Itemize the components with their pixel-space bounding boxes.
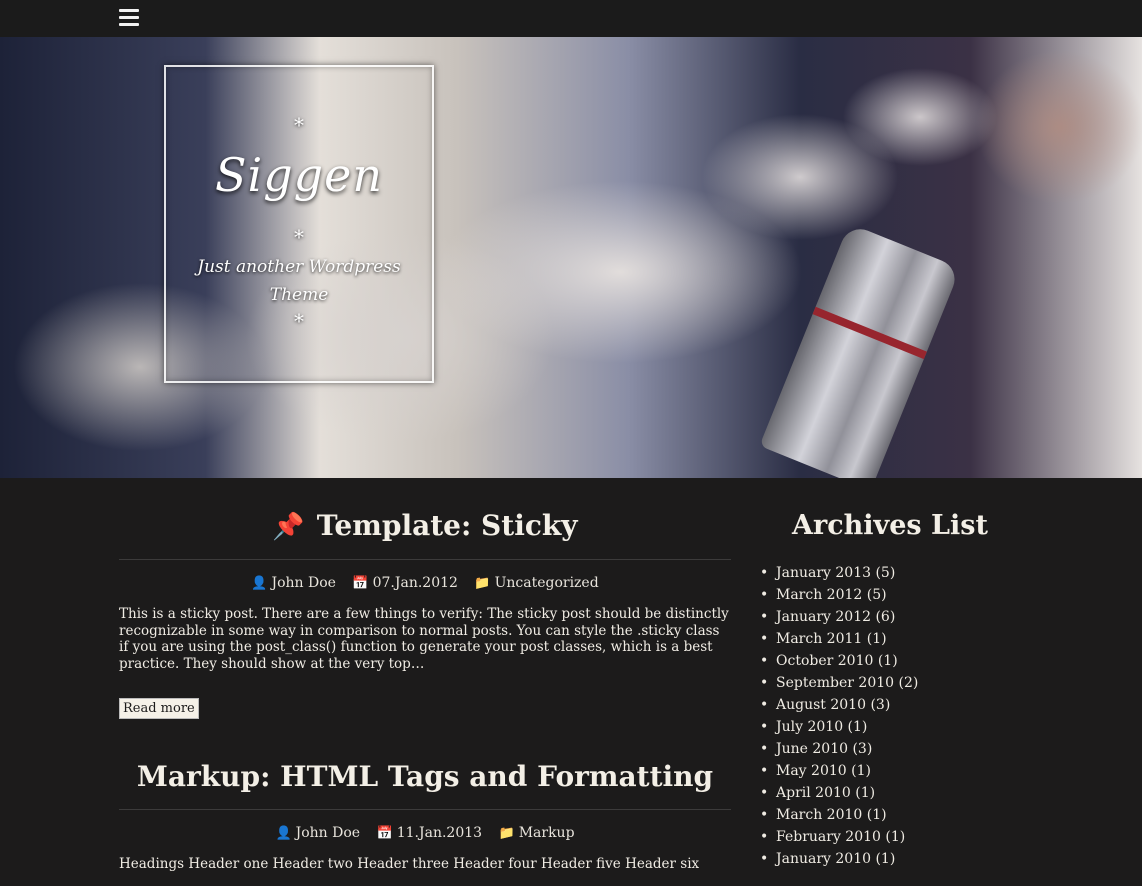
archive-link[interactable]: July 2010 (1) — [760, 716, 1020, 738]
post-date-text: 11.Jan.2013 — [396, 824, 483, 841]
post-title[interactable]: Markup: HTML Tags and Formatting — [119, 759, 731, 810]
post-author[interactable]: 👤 John Doe — [275, 825, 360, 841]
user-icon: 👤 — [251, 576, 268, 591]
post-meta: 👤 John Doe 📅 07.Jan.2012 📁 Uncategorized — [119, 574, 731, 593]
archive-link[interactable]: January 2010 (1) — [760, 848, 1020, 870]
archive-link[interactable]: October 2010 (1) — [760, 650, 1020, 672]
post-author-name: John Doe — [271, 575, 336, 591]
post-category[interactable]: 📁 Uncategorized — [474, 575, 598, 591]
archives-title: Archives List — [792, 510, 988, 541]
main-content: 📌 Template: Sticky 👤 John Doe 📅 07.Jan.2012… — [119, 478, 731, 886]
site-title[interactable]: Siggen — [166, 145, 432, 205]
top-bar — [0, 0, 1142, 38]
archive-link[interactable]: March 2011 (1) — [760, 628, 1020, 650]
post-excerpt: This is a sticky post. There are a few t… — [119, 606, 729, 672]
hero-image-device — [759, 223, 961, 478]
archive-link[interactable]: March 2012 (5) — [760, 584, 1020, 606]
calendar-icon: 📅 — [376, 825, 393, 841]
archive-link[interactable]: June 2010 (3) — [760, 738, 1020, 760]
post-category-name: Markup — [518, 824, 575, 841]
post-title-wrapper: 📌 Template: Sticky — [119, 508, 731, 560]
archive-link[interactable]: February 2010 (1) — [760, 826, 1020, 848]
post-excerpt: Headings Header one Header two Header th… — [119, 855, 700, 872]
post-sticky: 📌 Template: Sticky 👤 John Doe 📅 07.Jan.2012… — [119, 478, 731, 719]
read-more-button[interactable]: Read more — [119, 697, 199, 719]
hero-banner: * Siggen * Just another Wordpress Theme … — [0, 37, 1142, 478]
user-icon: 👤 — [275, 825, 292, 841]
archive-link[interactable]: March 2010 (1) — [760, 804, 1020, 826]
archive-link[interactable]: May 2010 (1) — [760, 760, 1020, 782]
thumbtack-icon: 📌 — [272, 512, 305, 542]
site-description: Just another Wordpress Theme — [197, 257, 401, 305]
post-date: 📅 07.Jan.2012 — [352, 575, 458, 591]
decor-star: * — [294, 225, 304, 249]
post-author-name: John Doe — [295, 824, 361, 841]
archive-link[interactable]: August 2010 (3) — [760, 694, 1020, 716]
archive-link[interactable]: April 2010 (1) — [760, 782, 1020, 804]
folder-icon: 📁 — [474, 576, 491, 591]
folder-icon: 📁 — [498, 825, 515, 841]
post-markup: Markup: HTML Tags and Formatting 👤 John D… — [119, 719, 731, 873]
sidebar: Archives List January 2013 (5) March 201… — [760, 478, 1020, 870]
calendar-icon: 📅 — [352, 576, 369, 591]
post-category-name: Uncategorized — [494, 575, 599, 591]
archive-link[interactable]: January 2013 (5) — [760, 562, 1020, 584]
post-date-text: 07.Jan.2012 — [372, 575, 458, 591]
archives-list: January 2013 (5) March 2012 (5) January … — [760, 562, 1020, 870]
post-meta: 👤 John Doe 📅 11.Jan.2013 📁 Markup — [119, 824, 731, 843]
post-date: 📅 11.Jan.2013 — [377, 825, 483, 841]
archive-link[interactable]: January 2012 (6) — [760, 606, 1020, 628]
post-author[interactable]: 👤 John Doe — [251, 575, 336, 591]
post-title[interactable]: Template: Sticky — [317, 509, 578, 542]
site-branding[interactable]: * Siggen * Just another Wordpress Theme … — [164, 65, 434, 383]
decor-star: * — [294, 113, 304, 137]
decor-star: * — [294, 309, 304, 333]
archive-link[interactable]: September 2010 (2) — [760, 672, 1020, 694]
menu-icon[interactable] — [119, 9, 139, 27]
post-category[interactable]: 📁 Markup — [499, 825, 575, 841]
